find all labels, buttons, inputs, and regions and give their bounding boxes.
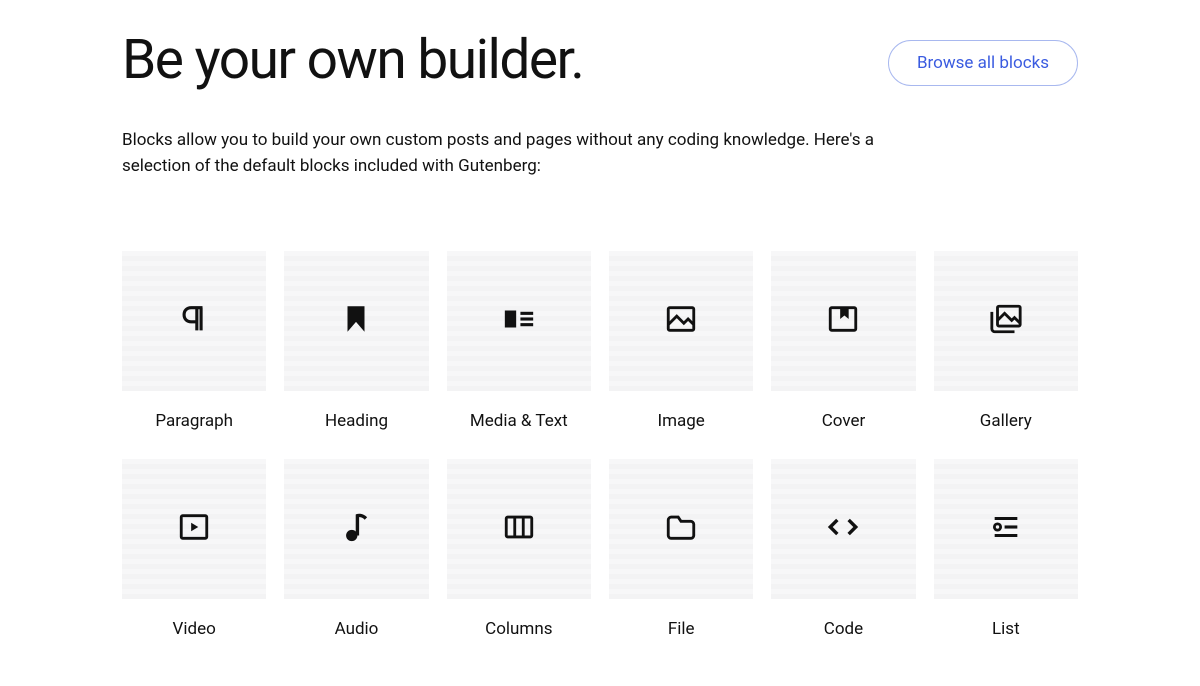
block-tile — [609, 251, 753, 391]
block-tile — [934, 251, 1078, 391]
block-video[interactable]: Video — [122, 459, 266, 639]
block-label: Gallery — [980, 411, 1032, 431]
block-cover[interactable]: Cover — [771, 251, 915, 431]
block-list[interactable]: List — [934, 459, 1078, 639]
image-icon — [664, 302, 698, 340]
block-tile — [771, 251, 915, 391]
columns-icon — [502, 510, 536, 548]
code-icon — [826, 510, 860, 548]
block-tile — [122, 459, 266, 599]
paragraph-icon — [177, 302, 211, 340]
block-label: Image — [657, 411, 704, 431]
block-label: Paragraph — [155, 411, 233, 431]
block-tile — [771, 459, 915, 599]
block-label: Heading — [325, 411, 388, 431]
list-icon — [989, 510, 1023, 548]
block-columns[interactable]: Columns — [447, 459, 591, 639]
browse-all-blocks-button[interactable]: Browse all blocks — [888, 40, 1078, 86]
block-image[interactable]: Image — [609, 251, 753, 431]
block-label: File — [668, 619, 695, 639]
block-label: Media & Text — [470, 411, 568, 431]
block-audio[interactable]: Audio — [284, 459, 428, 639]
block-label: Columns — [485, 619, 552, 639]
block-heading[interactable]: Heading — [284, 251, 428, 431]
media-text-icon — [502, 302, 536, 340]
block-media-text[interactable]: Media & Text — [447, 251, 591, 431]
block-gallery[interactable]: Gallery — [934, 251, 1078, 431]
block-tile — [934, 459, 1078, 599]
gallery-icon — [989, 302, 1023, 340]
video-icon — [177, 510, 211, 548]
block-label: Cover — [822, 411, 866, 431]
audio-icon — [339, 510, 373, 548]
block-tile — [447, 251, 591, 391]
block-paragraph[interactable]: Paragraph — [122, 251, 266, 431]
block-tile — [122, 251, 266, 391]
block-tile — [609, 459, 753, 599]
block-label: Video — [173, 619, 216, 639]
page-title: Be your own builder. — [122, 30, 583, 91]
blocks-grid: Paragraph Heading Media & Text — [122, 251, 1078, 639]
file-icon — [664, 510, 698, 548]
block-file[interactable]: File — [609, 459, 753, 639]
block-tile — [447, 459, 591, 599]
page-description: Blocks allow you to build your own custo… — [122, 127, 882, 180]
cover-icon — [826, 302, 860, 340]
block-code[interactable]: Code — [771, 459, 915, 639]
block-tile — [284, 251, 428, 391]
block-label: Audio — [335, 619, 379, 639]
block-label: Code — [824, 619, 863, 639]
block-label: List — [992, 619, 1020, 639]
heading-icon — [339, 302, 373, 340]
block-tile — [284, 459, 428, 599]
